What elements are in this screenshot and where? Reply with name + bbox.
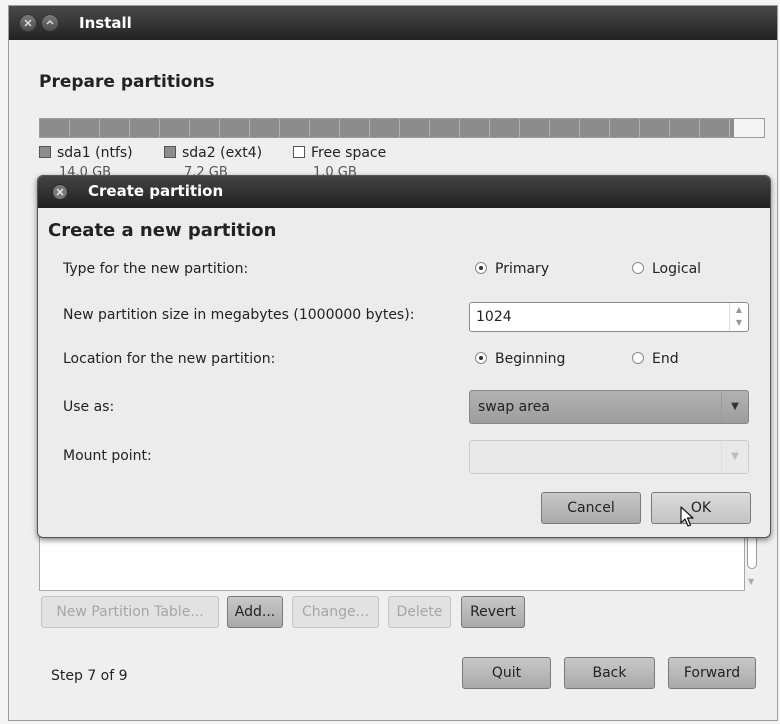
partition-bar	[39, 118, 765, 138]
close-window-button[interactable]	[19, 14, 37, 32]
radio-label: Logical	[652, 261, 702, 277]
partition-list[interactable]	[39, 533, 745, 591]
size-label: New partition size in megabytes (1000000…	[63, 307, 415, 323]
use-as-value: swap area	[478, 399, 550, 415]
window-titlebar[interactable]: Install	[9, 6, 777, 40]
scrollbar-thumb[interactable]	[747, 533, 757, 569]
radio-label: End	[652, 351, 679, 367]
mount-point-dropdown[interactable]: ▼	[469, 440, 749, 474]
revert-button[interactable]: Revert	[461, 596, 525, 628]
scroll-down-arrow-icon[interactable]: ▼	[748, 577, 754, 586]
location-label: Location for the new partition:	[63, 351, 276, 367]
dialog-title: Create partition	[88, 182, 224, 200]
dropdown-arrow-icon: ▼	[721, 441, 748, 473]
free-space-segment	[734, 119, 764, 137]
legend-swatch	[164, 146, 176, 158]
delete-partition-button[interactable]: Delete	[388, 596, 451, 628]
radio-unselected-icon	[632, 352, 644, 364]
legend-swatch	[39, 146, 51, 158]
new-partition-table-button[interactable]: New Partition Table...	[41, 596, 219, 628]
window-controls	[19, 14, 65, 32]
dialog-titlebar[interactable]: Create partition	[38, 176, 770, 208]
legend-label: sda2 (ext4)	[182, 145, 263, 161]
legend-item-sda1: sda1 (ntfs) 14.0 GB	[39, 145, 133, 180]
radio-selected-icon	[475, 262, 487, 274]
legend-item-sda2: sda2 (ext4) 7.2 GB	[164, 145, 263, 180]
radio-selected-icon	[475, 352, 487, 364]
partition-size-spinbox[interactable]: 1024 ▲ ▼	[469, 302, 749, 332]
ok-button[interactable]: OK	[651, 492, 751, 524]
minimize-icon	[46, 19, 54, 25]
radio-end[interactable]: End	[632, 351, 679, 367]
change-partition-button[interactable]: Change...	[292, 596, 379, 628]
back-button[interactable]: Back	[564, 657, 655, 689]
mouse-pointer-icon	[680, 506, 694, 527]
quit-button[interactable]: Quit	[462, 657, 551, 689]
radio-beginning[interactable]: Beginning	[475, 351, 565, 367]
mount-point-label: Mount point:	[63, 448, 152, 464]
cancel-button[interactable]: Cancel	[541, 492, 641, 524]
dialog-close-button[interactable]	[52, 184, 68, 200]
legend-label: Free space	[311, 145, 387, 161]
close-icon	[56, 188, 64, 196]
forward-button[interactable]: Forward	[668, 657, 756, 689]
radio-unselected-icon	[632, 262, 644, 274]
window-title: Install	[79, 14, 132, 32]
dialog-heading: Create a new partition	[48, 220, 277, 241]
spin-arrows-icon[interactable]: ▲ ▼	[729, 303, 748, 331]
legend-swatch	[293, 146, 305, 158]
radio-label: Primary	[495, 261, 550, 277]
use-as-label: Use as:	[63, 399, 115, 415]
step-indicator: Step 7 of 9	[51, 668, 128, 684]
legend-item-free-space: Free space 1.0 GB	[293, 145, 387, 180]
page-title: Prepare partitions	[39, 72, 215, 92]
minimize-window-button[interactable]	[41, 14, 59, 32]
close-icon	[24, 19, 32, 27]
radio-primary[interactable]: Primary	[475, 261, 549, 277]
dropdown-arrow-icon: ▼	[721, 391, 748, 423]
partition-size-value[interactable]: 1024	[476, 309, 512, 325]
installer-window: Install Prepare partitions sda1 (ntfs) 1…	[8, 5, 778, 721]
legend-label: sda1 (ntfs)	[57, 145, 133, 161]
radio-label: Beginning	[495, 351, 566, 367]
add-partition-button[interactable]: Add...	[227, 596, 283, 628]
partition-list-scrollbar[interactable]: ▼	[745, 533, 761, 591]
use-as-dropdown[interactable]: swap area ▼	[469, 390, 749, 424]
create-partition-dialog: Create partition Create a new partition …	[37, 175, 771, 538]
radio-logical[interactable]: Logical	[632, 261, 701, 277]
type-label: Type for the new partition:	[63, 261, 249, 277]
